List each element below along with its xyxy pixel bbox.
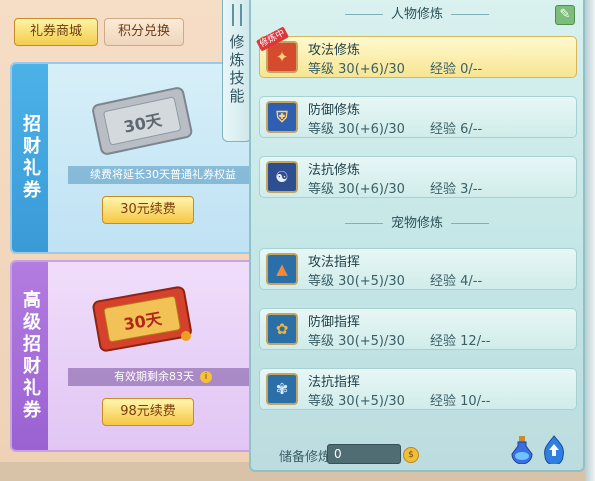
upgrade-flame-icon[interactable] xyxy=(541,434,567,464)
skill-row-pet-resist[interactable]: ✾ 法抗指挥 等级 30(+5)/30 经验 10/-- xyxy=(259,368,577,410)
renew-30-button[interactable]: 30元续费 xyxy=(102,196,194,224)
edit-icon[interactable]: ✎ xyxy=(555,5,575,25)
level-value: 30(+6)/30 xyxy=(338,122,405,137)
background-edge xyxy=(585,0,595,481)
card-info-text: 有效期剩余83天 xyxy=(114,370,194,383)
skill-meta: 等级 30(+6)/30 经验 3/-- xyxy=(308,178,482,197)
tab-label: 修炼技能 xyxy=(227,34,246,106)
exp-label: 经验 xyxy=(430,182,457,197)
exp-value: 10/-- xyxy=(460,394,491,409)
cultivation-panel: 人物修炼 ✎ ✦ 修炼中 攻法修炼 等级 30(+6)/30 经验 0/-- ⛨… xyxy=(249,0,585,472)
pet-resist-icon: ✾ xyxy=(266,373,298,405)
coin-icon[interactable]: $ xyxy=(403,447,419,463)
section-header-pet: 宠物修炼 xyxy=(251,213,583,235)
tab-cultivation-skills[interactable]: 修炼技能 xyxy=(222,0,252,142)
skill-meta: 等级 30(+5)/30 经验 12/-- xyxy=(308,330,490,349)
exp-value: 4/-- xyxy=(460,274,483,289)
level-value: 30(+5)/30 xyxy=(338,274,405,289)
game-screen: 礼券商城 积分兑换 招财礼券 30天 续费将延长30天普通礼券权益 30元续费 … xyxy=(0,0,595,481)
card-title: 高级招财礼券 xyxy=(12,262,48,450)
skill-meta: 等级 30(+5)/30 经验 4/-- xyxy=(308,270,482,289)
skill-name: 防御修炼 xyxy=(308,103,361,118)
renew-98-button[interactable]: 98元续费 xyxy=(102,398,194,426)
exp-value: 6/-- xyxy=(460,122,483,137)
skill-name: 法抗修炼 xyxy=(308,163,361,178)
level-label: 等级 xyxy=(308,274,335,289)
exp-label: 经验 xyxy=(430,334,457,349)
exp-label: 经验 xyxy=(430,394,457,409)
pet-defense-icon: ✿ xyxy=(266,313,298,345)
skill-meta: 等级 30(+5)/30 经验 10/-- xyxy=(308,390,490,409)
pet-attack-icon: ▲ xyxy=(266,253,298,285)
exp-value: 12/-- xyxy=(460,334,491,349)
level-label: 等级 xyxy=(308,334,335,349)
exp-label: 经验 xyxy=(430,274,457,289)
premium-fortune-coupon-card: 高级招财礼券 30天 有效期剩余83天 i 98元续费 xyxy=(10,260,258,452)
exp-value: 3/-- xyxy=(460,182,483,197)
level-value: 30(+5)/30 xyxy=(338,394,405,409)
level-label: 等级 xyxy=(308,62,335,77)
skill-row-magic-resist[interactable]: ☯ 法抗修炼 等级 30(+6)/30 经验 3/-- xyxy=(259,156,577,198)
card-info: 有效期剩余83天 i xyxy=(68,368,256,386)
tab-ornament-icon xyxy=(232,4,242,26)
tab-points-exchange[interactable]: 积分兑换 xyxy=(104,18,184,46)
card-info-text: 续费将延长30天普通礼券权益 xyxy=(90,168,236,181)
level-label: 等级 xyxy=(308,182,335,197)
skill-row-pet-defense[interactable]: ✿ 防御指挥 等级 30(+5)/30 经验 12/-- xyxy=(259,308,577,350)
exp-label: 经验 xyxy=(430,62,457,77)
defense-icon: ⛨ xyxy=(266,101,298,133)
exp-value: 0/-- xyxy=(460,62,483,77)
skill-name: 法抗指挥 xyxy=(308,375,361,390)
section-title: 人物修炼 xyxy=(390,7,443,22)
section-title: 宠物修炼 xyxy=(390,216,443,231)
info-icon[interactable]: i xyxy=(200,371,212,383)
potion-icon[interactable] xyxy=(509,434,535,464)
skill-row-pet-attack[interactable]: ▲ 攻法指挥 等级 30(+5)/30 经验 4/-- xyxy=(259,248,577,290)
level-value: 30(+5)/30 xyxy=(338,334,405,349)
card-title: 招财礼券 xyxy=(12,64,48,252)
tab-coupon-shop[interactable]: 礼券商城 xyxy=(14,18,98,46)
reserve-input[interactable] xyxy=(327,444,401,464)
exp-label: 经验 xyxy=(430,122,457,137)
card-info: 续费将延长30天普通礼券权益 xyxy=(68,166,256,184)
skill-meta: 等级 30(+6)/30 经验 0/-- xyxy=(308,58,482,77)
fortune-coupon-card: 招财礼券 30天 续费将延长30天普通礼券权益 30元续费 xyxy=(10,62,258,254)
skill-row-attack-magic[interactable]: ✦ 修炼中 攻法修炼 等级 30(+6)/30 经验 0/-- xyxy=(255,26,577,78)
skill-meta: 等级 30(+6)/30 经验 6/-- xyxy=(308,118,482,137)
level-value: 30(+6)/30 xyxy=(338,62,405,77)
level-label: 等级 xyxy=(308,394,335,409)
gold-ticket-icon: 30天 xyxy=(92,286,192,352)
silver-ticket-icon: 30天 xyxy=(92,87,193,155)
skill-name: 攻法指挥 xyxy=(308,255,361,270)
magic-resist-icon: ☯ xyxy=(266,161,298,193)
skill-name: 防御指挥 xyxy=(308,315,361,330)
section-header-character: 人物修炼 xyxy=(251,4,583,26)
level-value: 30(+6)/30 xyxy=(338,182,405,197)
skill-row-defense[interactable]: ⛨ 防御修炼 等级 30(+6)/30 经验 6/-- xyxy=(259,96,577,138)
reserve-label: 储备修炼 xyxy=(279,450,332,465)
skill-name: 攻法修炼 xyxy=(308,43,361,58)
level-label: 等级 xyxy=(308,122,335,137)
